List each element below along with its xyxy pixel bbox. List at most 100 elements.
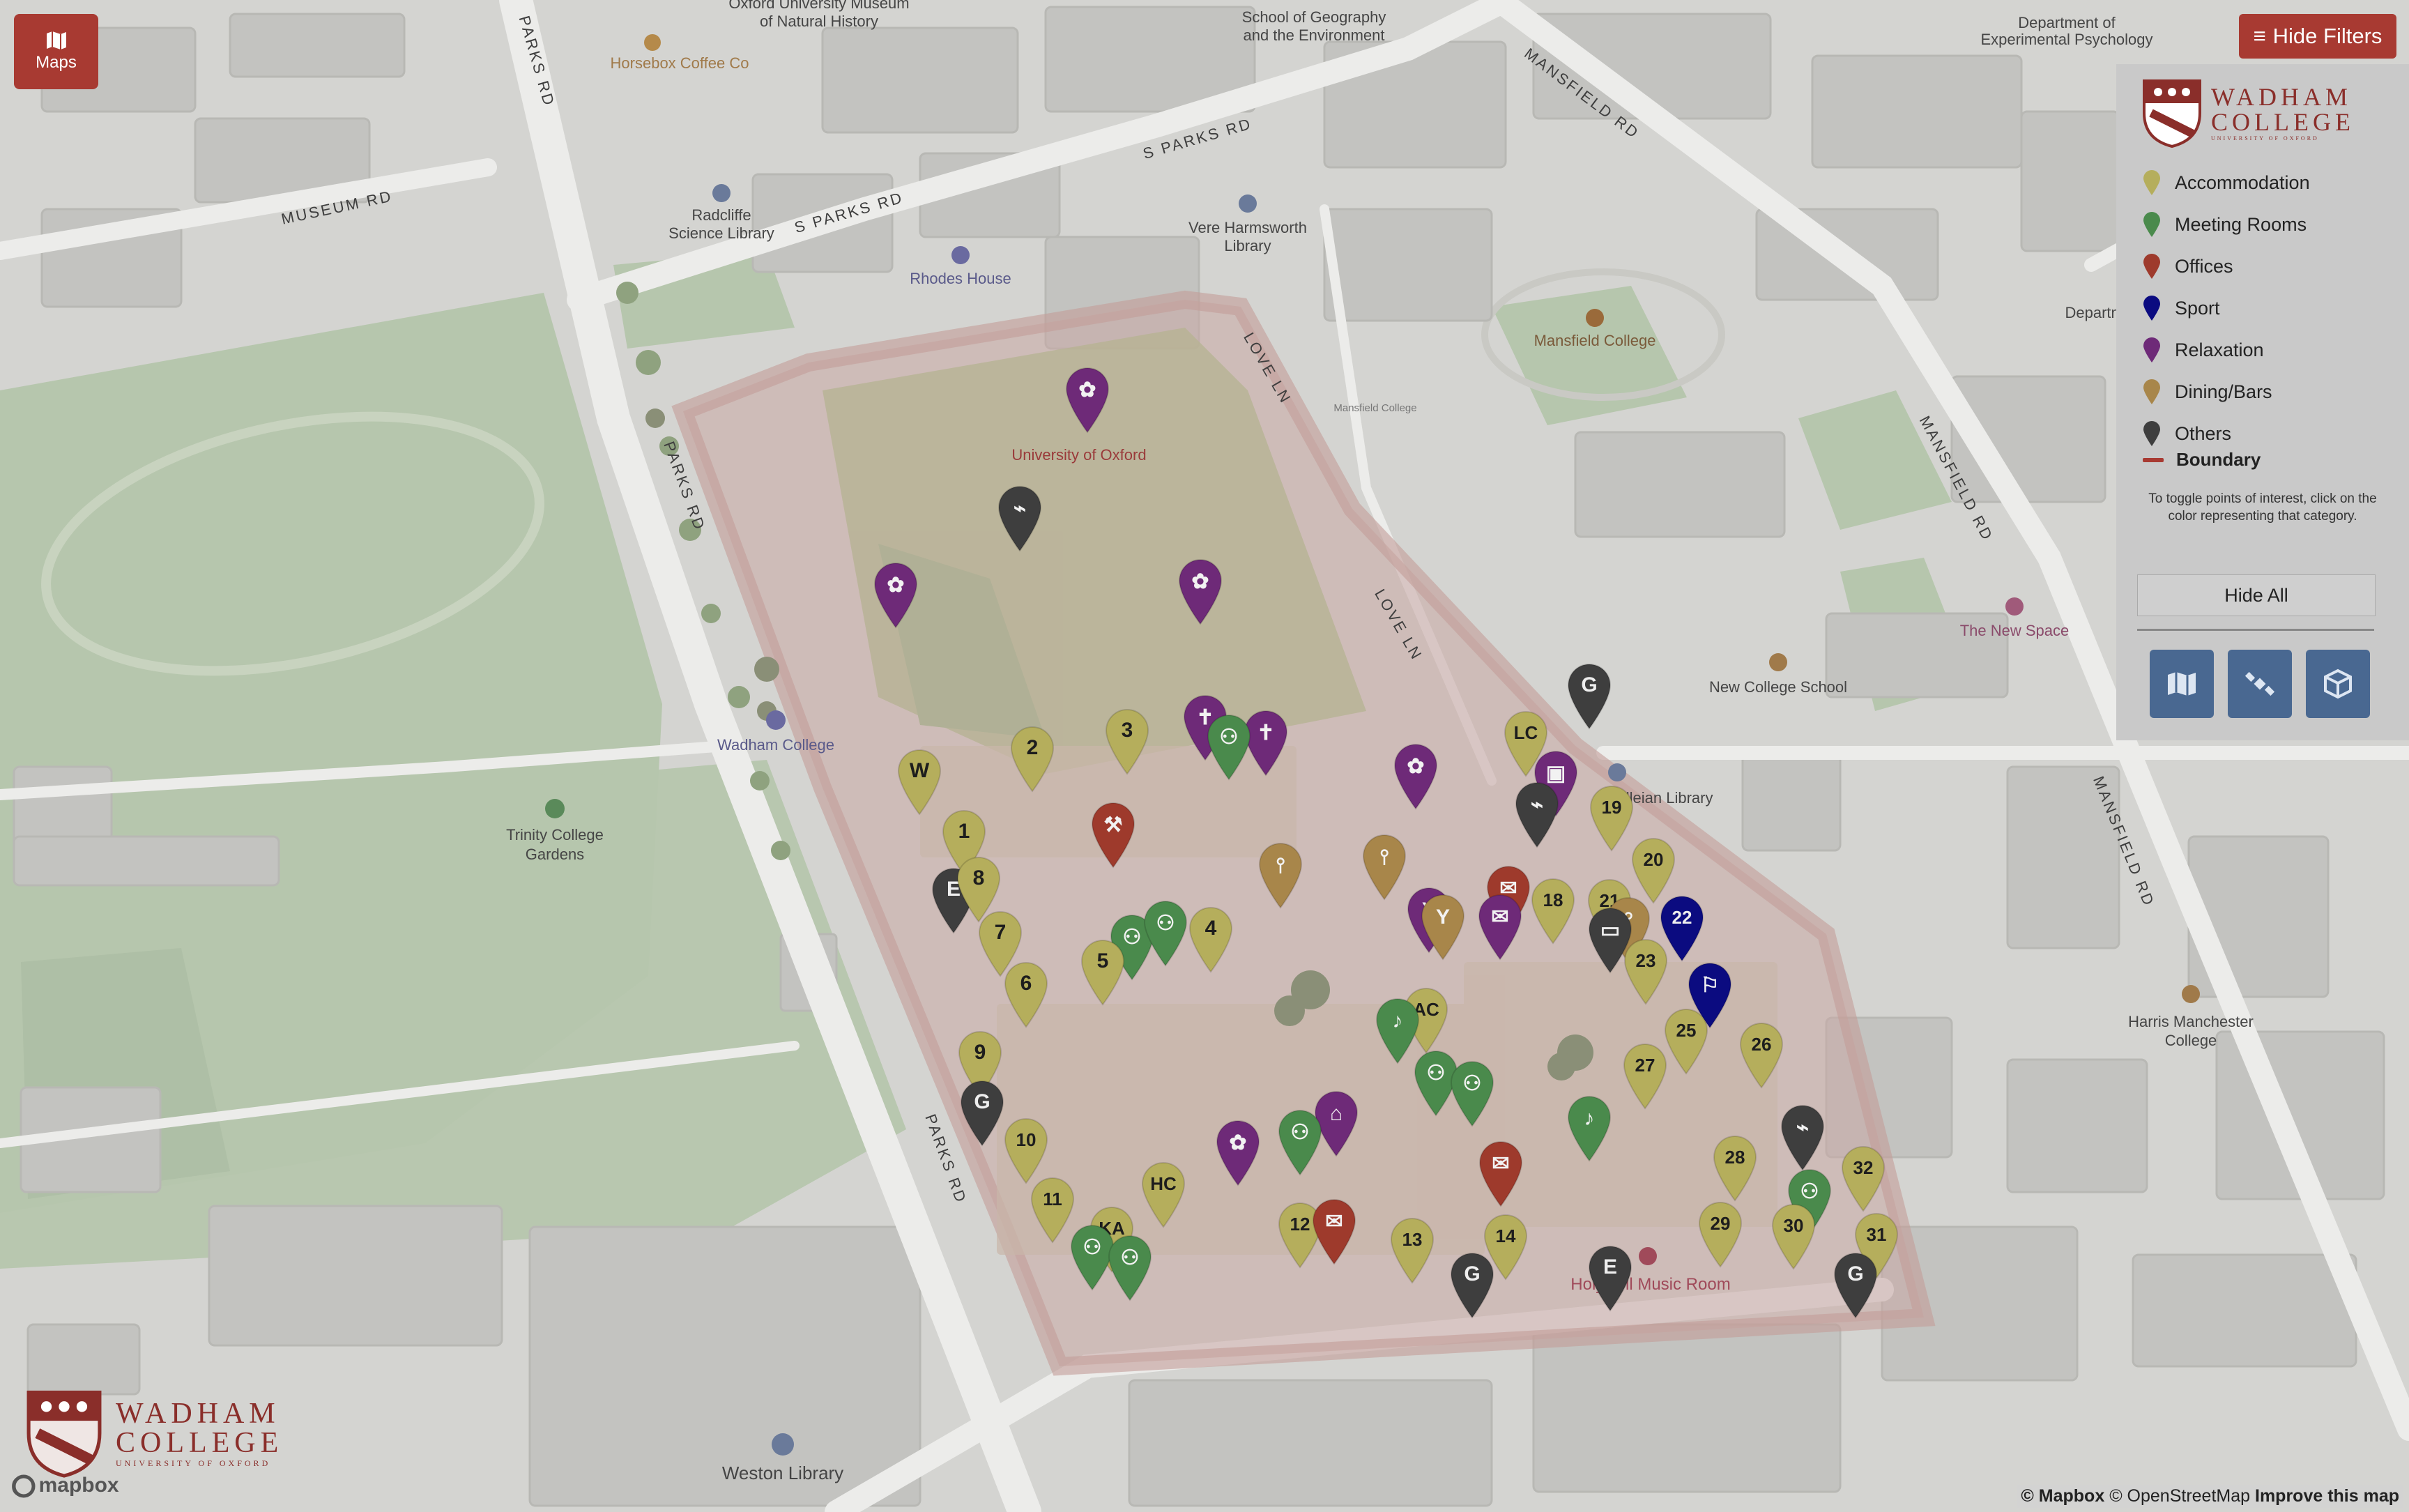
marker-label: 10 [1016,1129,1037,1150]
music-icon: ♪ [1393,1009,1403,1032]
marker-label: 3 [1122,719,1133,742]
laptop-icon: ▭ [1600,919,1620,942]
map-view-button[interactable] [2150,650,2214,718]
marker-label: 8 [973,866,985,889]
mail-icon: ✉ [1492,1152,1509,1175]
marker-label: LC [1514,722,1538,743]
mail-icon: ✉ [1325,1210,1343,1233]
marker-label: 19 [1602,797,1622,818]
marker-label: 11 [1043,1189,1062,1209]
category-label: Accommodation [2175,171,2310,193]
boundary-legend[interactable]: Boundary [2143,449,2261,471]
category-label: Meeting Rooms [2175,213,2307,235]
cube-icon [2324,669,2352,699]
place-label: Radcliffe [691,206,751,224]
relaxation-pin-icon [2143,337,2160,362]
map-canvas[interactable]: MUSEUM RD S PARKS RD S PARKS RD PARKS RD… [0,0,2409,1512]
category-others[interactable]: Others [2143,413,2310,455]
satellite-icon [2244,671,2275,696]
people-icon: ⚇ [1156,912,1175,935]
osm-attribution-link[interactable]: © OpenStreetMap [2109,1486,2250,1506]
marker-label: 31 [1867,1224,1887,1245]
category-offices[interactable]: Offices [2143,245,2310,287]
smoking-icon: ⌁ [1796,1116,1809,1139]
mapbox-logo-icon: ◯ [11,1474,35,1497]
attribution: © Mapbox © OpenStreetMap Improve this ma… [2017,1485,2403,1508]
category-accommodation[interactable]: Accommodation [2143,162,2310,204]
help-text: To toggle points of interest, click on t… [2148,491,2377,524]
hide-all-button[interactable]: Hide All [2137,574,2376,616]
marker-label: W [910,759,930,782]
place-label: Wadham College [717,736,834,754]
hide-filters-label: Hide Filters [2272,24,2383,48]
people-icon: ⚇ [1083,1236,1102,1259]
category-label: Sport [2175,297,2220,319]
boundary-label: Boundary [2176,449,2261,470]
book-icon: ▣ [1546,762,1566,785]
people-icon: ⚇ [1121,1246,1140,1269]
category-label: Offices [2175,255,2233,277]
runner-icon: ⚐ [1701,974,1720,997]
marker-label: 32 [1853,1157,1874,1178]
people-icon: ⚇ [1463,1072,1482,1095]
people-icon: ⚇ [1800,1180,1819,1203]
map-icon [2168,672,2196,696]
marker-label: 1 [958,820,970,843]
view-toggle-group [2150,650,2370,718]
hide-filters-button[interactable]: ≡ Hide Filters [2239,14,2396,59]
smoking-icon: ⌁ [1014,497,1026,520]
marker-label: 27 [1635,1055,1655,1076]
fork-icon: ⫯ [1276,854,1285,877]
flower-icon: ✿ [887,574,904,597]
crest-icon [2143,79,2201,148]
menu-icon: ≡ [2253,24,2266,48]
marker-label: 22 [1672,907,1692,928]
marker-label: 2 [1027,736,1039,759]
marker-label: E [1603,1255,1617,1278]
divider [2137,629,2374,631]
marker-label: 25 [1676,1020,1697,1041]
flower-icon: ✿ [1191,570,1209,593]
category-sport[interactable]: Sport [2143,287,2310,329]
category-relaxation[interactable]: Relaxation [2143,329,2310,371]
marker-label: 13 [1402,1229,1423,1250]
category-list: Accommodation Meeting Rooms Offices Spor… [2143,162,2310,455]
people-icon: ⚇ [1427,1062,1446,1085]
flower-icon: ✿ [1078,379,1096,402]
place-label: Experimental Psychology [1980,31,2152,48]
mapbox-watermark[interactable]: ◯ mapbox [11,1473,119,1497]
3d-view-button[interactable] [2306,650,2370,718]
maps-button[interactable]: Maps [14,14,98,89]
improve-map-link[interactable]: Improve this map [2255,1486,2399,1506]
satellite-view-button[interactable] [2228,650,2292,718]
marker-label: 4 [1205,917,1217,940]
sofa-icon: ⌂ [1330,1102,1343,1125]
marker-label: HC [1150,1173,1177,1194]
music-icon: ♪ [1584,1107,1595,1130]
people-icon: ⚇ [1123,926,1142,949]
marker-label: 5 [1097,949,1109,972]
place-label: University of Oxford [1011,446,1146,464]
category-meeting-rooms[interactable]: Meeting Rooms [2143,204,2310,245]
people-icon: ⚇ [1291,1121,1310,1144]
flower-icon: ✿ [1407,755,1424,778]
fork-icon: ⫯ [1379,846,1389,869]
marker-label: G [1847,1262,1863,1285]
mapbox-attribution-link[interactable]: © Mapbox [2021,1486,2104,1506]
flower-icon: ✿ [1229,1131,1246,1154]
marker-label: 28 [1725,1147,1745,1168]
place-label: Horsebox Coffee Co [611,54,749,72]
place-label: College [2165,1032,2217,1049]
place-label: of Natural History [760,13,878,30]
marker-label: 7 [995,921,1007,944]
category-label: Relaxation [2175,339,2264,360]
place-label: Gardens [526,846,584,863]
place-label: Science Library [668,224,774,242]
marker-label: G [1464,1262,1480,1285]
category-dining-bars[interactable]: Dining/Bars [2143,371,2310,413]
place-label: and the Environment [1243,26,1384,44]
tools-icon: ⚒ [1104,814,1123,837]
marker-label: 6 [1020,972,1032,995]
marker-label: G [974,1090,990,1113]
accommodation-pin-icon [2143,170,2160,195]
